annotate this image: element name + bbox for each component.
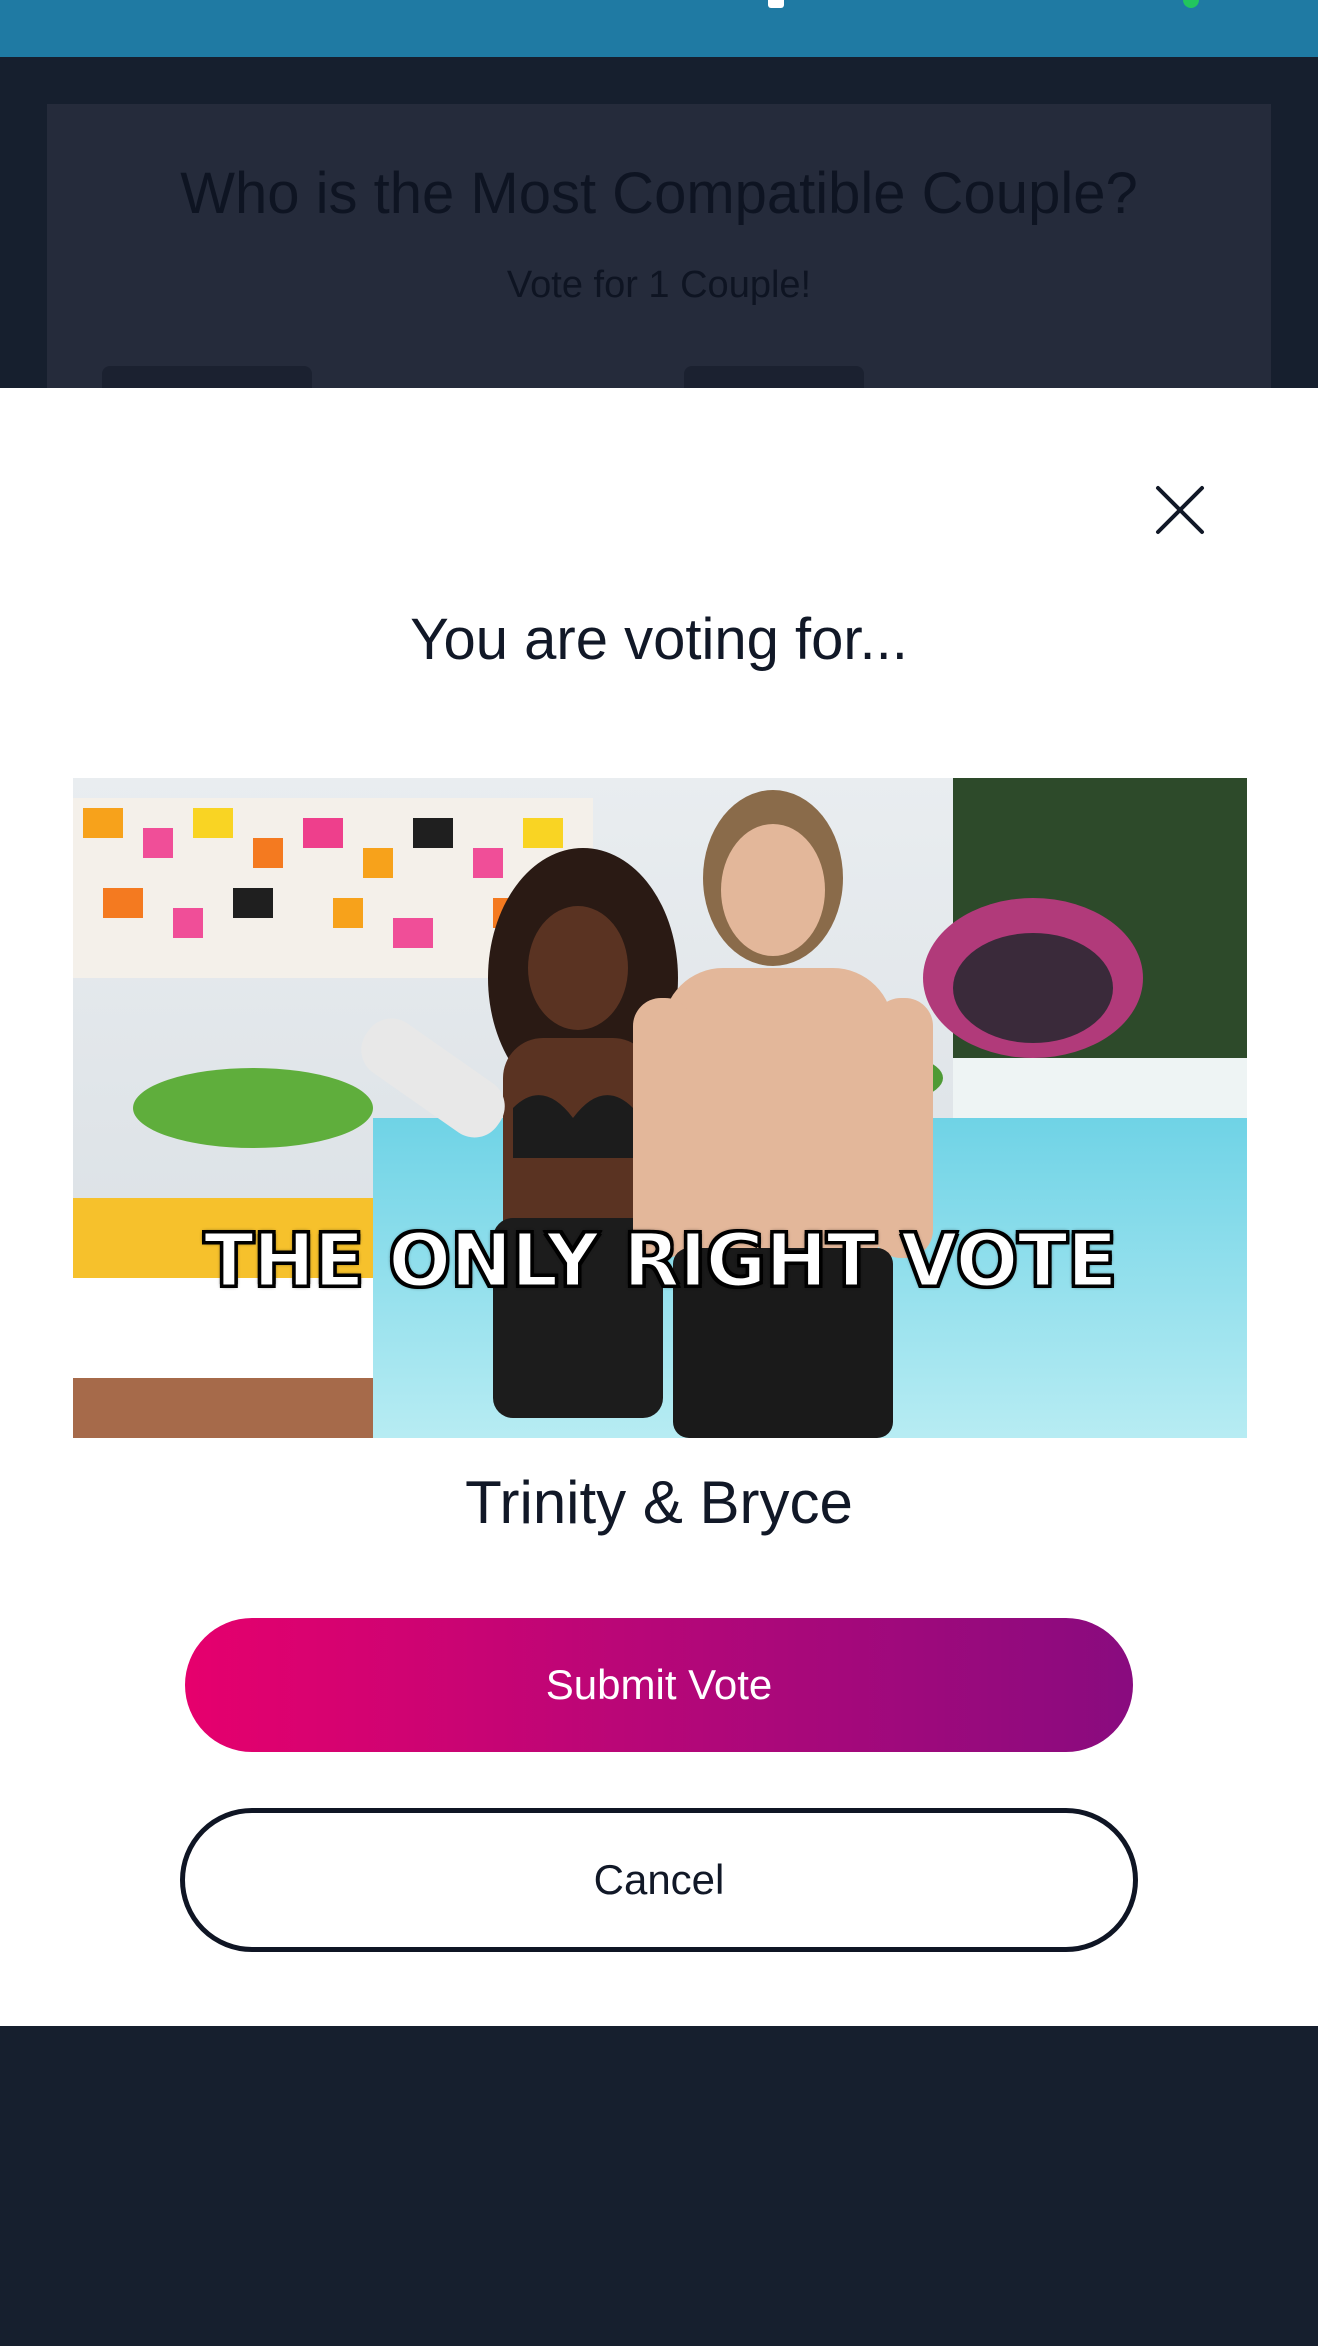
top-app-bar bbox=[0, 0, 1318, 57]
vote-confirmation-modal: You are voting for... THE ONLY RIGHT VOT… bbox=[0, 388, 1318, 2026]
couple-photo: THE ONLY RIGHT VOTE bbox=[73, 778, 1247, 1438]
poll-title: Who is the Most Compatible Couple? bbox=[180, 161, 1138, 226]
photo-caption: THE ONLY RIGHT VOTE bbox=[202, 1217, 1119, 1306]
submit-vote-button[interactable]: Submit Vote bbox=[185, 1618, 1133, 1752]
status-dot bbox=[1183, 0, 1199, 8]
modal-title: You are voting for... bbox=[410, 607, 908, 672]
poll-subtitle: Vote for 1 Couple! bbox=[506, 264, 812, 306]
couple-name: Trinity & Bryce bbox=[465, 1469, 853, 1536]
poll-card: Who is the Most Compatible Couple? Vote … bbox=[47, 104, 1271, 406]
cancel-button[interactable]: Cancel bbox=[180, 1808, 1138, 1952]
app-logo bbox=[768, 0, 784, 8]
close-icon[interactable] bbox=[1152, 482, 1208, 538]
